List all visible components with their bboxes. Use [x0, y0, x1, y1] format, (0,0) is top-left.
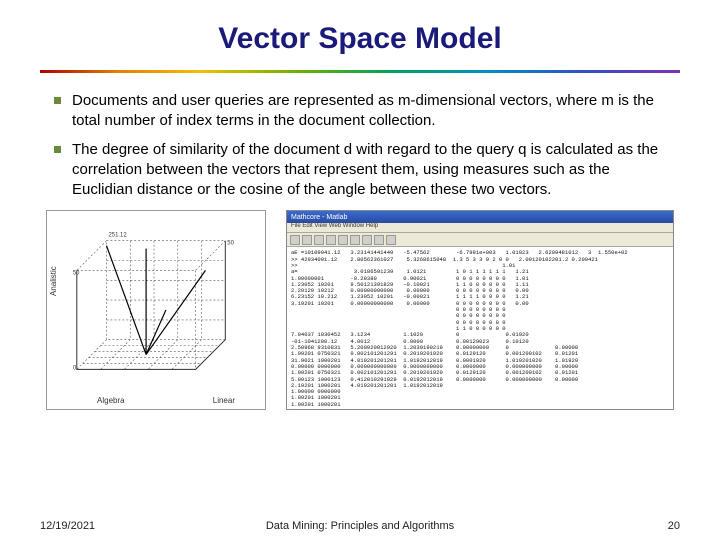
bullet-item: The degree of similarity of the document… — [50, 140, 670, 201]
toolbar-icon — [350, 235, 360, 245]
svg-text:50: 50 — [227, 241, 234, 247]
bullet-item: Documents and user queries are represent… — [50, 91, 670, 132]
toolbar-icon — [314, 235, 324, 245]
window-menubar: File Edit View Web Window Help — [287, 223, 673, 233]
axis-label-x-right: Linear — [213, 396, 235, 405]
toolbar-icon — [290, 235, 300, 245]
toolbar-icon — [386, 235, 396, 245]
footer: 12/19/2021 Data Mining: Principles and A… — [0, 520, 720, 532]
toolbar-icon — [362, 235, 372, 245]
window-toolbar — [287, 233, 673, 247]
toolbar-icon — [374, 235, 384, 245]
figure-3d-plot: 50 0 50 251.12 Analistic Algebra Linear — [46, 210, 266, 410]
toolbar-icon — [338, 235, 348, 245]
bullet-list: Documents and user queries are represent… — [40, 91, 680, 200]
corner-label: 251.12 — [108, 233, 126, 239]
window-titlebar: Mathcore - Matlab — [287, 211, 673, 223]
figures-row: 50 0 50 251.12 Analistic Algebra Linear … — [40, 210, 680, 410]
cube-plot-svg: 50 0 50 251.12 — [47, 211, 265, 409]
divider-rainbow — [40, 70, 680, 73]
toolbar-icon — [326, 235, 336, 245]
footer-center: Data Mining: Principles and Algorithms — [0, 520, 720, 532]
figure-matlab-window: Mathcore - Matlab File Edit View Web Win… — [286, 210, 674, 410]
matlab-output: aE =10109041.12 3.23141441449 -5.47562 -… — [287, 247, 673, 409]
page-title: Vector Space Model — [40, 22, 680, 56]
svg-text:50: 50 — [73, 271, 80, 277]
slide: Vector Space Model Documents and user qu… — [0, 0, 720, 540]
axis-label-x-left: Algebra — [97, 396, 125, 405]
svg-text:0: 0 — [73, 366, 77, 372]
toolbar-icon — [302, 235, 312, 245]
axis-label-y: Analistic — [49, 266, 58, 296]
